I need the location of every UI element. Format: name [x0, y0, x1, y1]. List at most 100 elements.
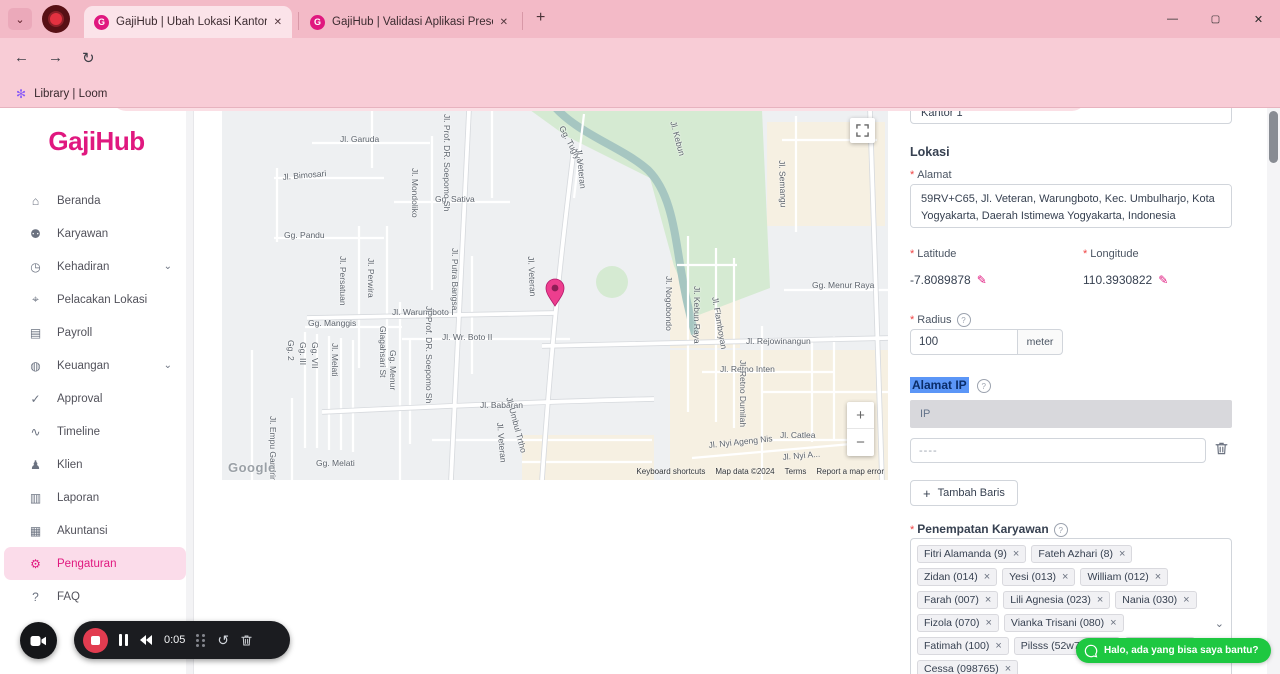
remove-tag-icon[interactable]: ×	[1119, 548, 1125, 560]
sidebar-item-klien[interactable]: ♟ Klien	[0, 448, 190, 481]
forward-button[interactable]: →	[48, 49, 63, 66]
map[interactable]: Jl. Garuda Jl. Bimosari Gg. Sativa Gg. Pand…	[222, 110, 888, 480]
remove-tag-icon[interactable]: ×	[985, 617, 991, 629]
add-row-button[interactable]: + Tambah Baris	[910, 480, 1018, 506]
sidebar-item-akuntansi[interactable]: ▦ Akuntansi	[0, 514, 190, 547]
sidebar-item-timeline[interactable]: ∿ Timeline	[0, 415, 190, 448]
new-tab-button[interactable]: +	[536, 9, 545, 27]
employee-tag[interactable]: Fateh Azhari (8) ×	[1031, 545, 1133, 563]
sidebar-scrollbar[interactable]	[186, 108, 193, 674]
sidebar-item-label: Laporan	[57, 491, 100, 504]
employee-tag[interactable]: Fizola (070) ×	[917, 614, 999, 632]
report-error-link[interactable]: Report a map error	[816, 467, 884, 476]
remove-tag-icon[interactable]: ×	[1005, 663, 1011, 674]
stop-recording-button[interactable]	[83, 627, 108, 653]
plus-icon: +	[923, 485, 931, 501]
latitude-value-row: -7.8089878 ✎	[910, 273, 987, 287]
pause-recording-button[interactable]	[119, 634, 128, 646]
loom-recording-indicator[interactable]	[42, 5, 70, 33]
employee-tag[interactable]: Lili Agnesia (023) ×	[1003, 591, 1111, 609]
map-data-text: Map data ©2024	[715, 467, 775, 476]
employee-tag[interactable]: Nania (030) ×	[1115, 591, 1197, 609]
zoom-out-button[interactable]: −	[847, 429, 874, 456]
chat-widget-button[interactable]: Halo, ada yang bisa saya bantu?	[1076, 638, 1271, 663]
remove-tag-icon[interactable]: ×	[985, 594, 991, 606]
zoom-in-button[interactable]: +	[847, 402, 874, 429]
keyboard-shortcuts-link[interactable]: Keyboard shortcuts	[636, 467, 705, 476]
map-canvas[interactable]	[222, 110, 888, 480]
employee-tag[interactable]: William (012) ×	[1080, 568, 1169, 586]
sidebar-item-label: Beranda	[57, 194, 101, 207]
sidebar-item-laporan[interactable]: ▥ Laporan	[0, 481, 190, 514]
sidebar-item-payroll[interactable]: ▤ Payroll	[0, 316, 190, 349]
employee-tag[interactable]: Vianka Trisani (080) ×	[1003, 614, 1124, 632]
scrollbar-thumb[interactable]	[1269, 111, 1278, 163]
tab-validasi-aplikasi[interactable]: G GajiHub | Validasi Aplikasi Prese ✕	[300, 6, 518, 38]
employee-tag-label: Vianka Trisani (080)	[1010, 617, 1105, 629]
add-row-label: Tambah Baris	[937, 487, 1005, 499]
loom-camera-bubble[interactable]	[20, 622, 57, 659]
remove-tag-icon[interactable]: ×	[984, 571, 990, 583]
tab-ubah-lokasi-kantor[interactable]: G GajiHub | Ubah Lokasi Kantor ✕	[84, 6, 292, 38]
employee-tag[interactable]: Farah (007) ×	[917, 591, 999, 609]
employee-tag-label: William (012)	[1087, 571, 1149, 583]
close-tab-icon[interactable]: ✕	[500, 17, 508, 28]
employee-tag[interactable]: Cessa (098765) ×	[917, 660, 1019, 674]
sidebar-item-karyawan[interactable]: ⚉ Karyawan	[0, 217, 190, 250]
remove-tag-icon[interactable]: ×	[1110, 617, 1116, 629]
sidebar: GajiHub ⌂ Beranda ⚉ Karyawan ◷ Kehadiran…	[0, 108, 194, 674]
tab-divider	[522, 12, 523, 30]
sidebar-item-label: Akuntansi	[57, 524, 108, 537]
chevron-down-icon[interactable]: ⌄	[1215, 617, 1224, 630]
fullscreen-button[interactable]	[850, 118, 875, 143]
drag-handle-icon[interactable]	[196, 633, 206, 647]
alamat-label: * Alamat	[910, 169, 952, 181]
sidebar-item-approval[interactable]: ✓ Approval	[0, 382, 190, 415]
alamat-textarea[interactable]: 59RV+C65, Jl. Veteran, Warungboto, Kec. …	[910, 184, 1232, 228]
remove-tag-icon[interactable]: ×	[1097, 594, 1103, 606]
loom-chip-button[interactable]: ⌄	[8, 8, 32, 30]
employee-tag[interactable]: Zidan (014) ×	[917, 568, 998, 586]
remove-tag-icon[interactable]: ×	[1183, 594, 1189, 606]
rewind-button[interactable]	[139, 634, 153, 646]
remove-tag-icon[interactable]: ×	[995, 640, 1001, 652]
section-title-lokasi: Lokasi	[910, 145, 950, 159]
remove-tag-icon[interactable]: ×	[1062, 571, 1068, 583]
sidebar-item-kehadiran[interactable]: ◷ Kehadiran ⌄	[0, 250, 190, 283]
delete-recording-button[interactable]	[240, 634, 253, 647]
radius-input[interactable]	[910, 329, 1018, 355]
sidebar-item-keuangan[interactable]: ◍ Keuangan ⌄	[0, 349, 190, 382]
reload-button[interactable]: ↻	[82, 49, 95, 67]
employee-tag[interactable]: Yesi (013) ×	[1002, 568, 1076, 586]
minimize-button[interactable]: —	[1151, 0, 1194, 38]
record-dot-icon	[48, 11, 64, 27]
employee-tag-label: Nania (030)	[1122, 594, 1178, 606]
remove-tag-icon[interactable]: ×	[1013, 548, 1019, 560]
ip-input[interactable]	[910, 438, 1206, 463]
close-tab-icon[interactable]: ✕	[274, 17, 282, 28]
employee-tag[interactable]: Fitri Alamanda (9) ×	[917, 545, 1027, 563]
delete-ip-row-button[interactable]	[1214, 441, 1229, 459]
alamat-ip-help-icon[interactable]: ?	[976, 379, 991, 394]
radius-help-icon[interactable]: ?	[956, 313, 971, 327]
sidebar-item-faq[interactable]: ? FAQ	[0, 580, 190, 613]
back-button[interactable]: ←	[14, 49, 29, 66]
maximize-button[interactable]: ▢	[1194, 0, 1237, 38]
edit-latitude-icon[interactable]: ✎	[977, 273, 987, 287]
remove-tag-icon[interactable]: ×	[1155, 571, 1161, 583]
penempatan-help-icon[interactable]: ?	[1053, 523, 1068, 538]
map-attribution: Keyboard shortcuts Map data ©2024 Terms …	[636, 467, 884, 476]
page-scrollbar[interactable]	[1267, 108, 1280, 674]
ip-table-header: IP	[910, 400, 1232, 428]
terms-link[interactable]: Terms	[785, 467, 807, 476]
sidebar-item-beranda[interactable]: ⌂ Beranda	[0, 184, 190, 217]
close-window-button[interactable]: ✕	[1237, 0, 1280, 38]
sidebar-item-pengaturan[interactable]: ⚙ Pengaturan	[4, 547, 186, 580]
sidebar-item-pelacakan-lokasi[interactable]: ⌖ Pelacakan Lokasi	[0, 283, 190, 316]
clock-icon: ◷	[30, 259, 41, 274]
bookmark-library-loom[interactable]: Library | Loom	[34, 88, 107, 100]
employee-tag[interactable]: Fatimah (100) ×	[917, 637, 1009, 655]
payroll-icon: ▤	[29, 325, 42, 340]
edit-longitude-icon[interactable]: ✎	[1158, 273, 1168, 287]
restart-recording-button[interactable]: ↺	[217, 632, 229, 649]
